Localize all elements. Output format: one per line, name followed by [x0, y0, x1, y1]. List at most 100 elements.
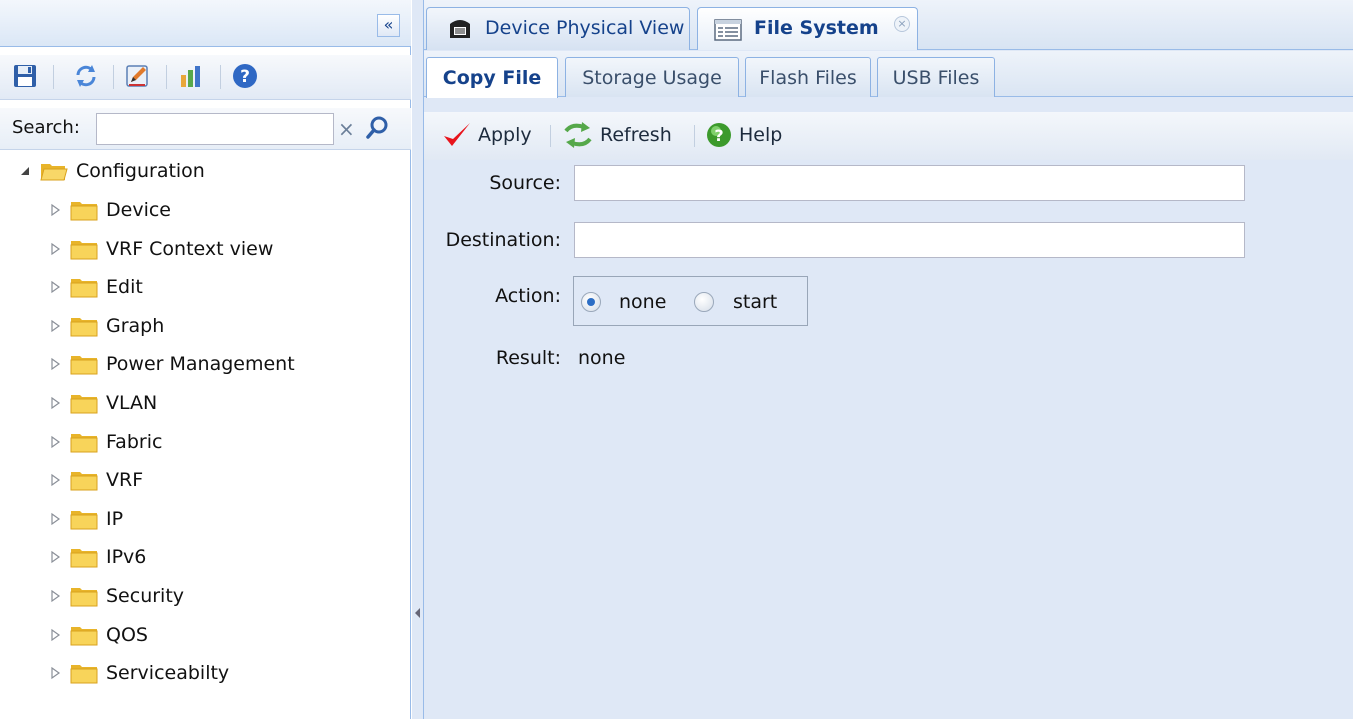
tree-node-label: Fabric: [106, 430, 163, 453]
clear-search-icon[interactable]: ×: [338, 117, 355, 141]
folder-icon: [70, 510, 98, 530]
folder-icon: [70, 433, 98, 453]
edit-icon[interactable]: [124, 63, 150, 89]
folder-icon: [70, 665, 98, 684]
collapsed-arrow-icon[interactable]: [48, 396, 62, 410]
refresh-button[interactable]: Refresh: [562, 121, 672, 149]
refresh-icon: [564, 122, 592, 148]
folder-icon: [70, 472, 98, 491]
collapsed-arrow-icon[interactable]: [48, 319, 62, 333]
collapsed-arrow-icon[interactable]: [48, 203, 62, 217]
chart-icon[interactable]: [178, 63, 204, 89]
collapsed-arrow-icon[interactable]: [48, 628, 62, 642]
tree-node-configuration[interactable]: Configuration: [18, 154, 205, 188]
tree-node-vlan[interactable]: VLAN: [48, 386, 157, 420]
tab-flash-files[interactable]: Flash Files: [745, 57, 871, 97]
collapsed-arrow-icon[interactable]: [48, 550, 62, 564]
check-icon: [444, 123, 470, 146]
folder-icon: [70, 202, 98, 221]
collapsed-arrow-icon[interactable]: [48, 473, 62, 487]
help-icon[interactable]: ?: [232, 63, 258, 89]
radio-start-label[interactable]: start: [733, 291, 777, 313]
tree-node-label: Edit: [106, 276, 143, 299]
panel-splitter[interactable]: [412, 0, 424, 719]
collapsed-arrow-icon[interactable]: [48, 666, 62, 680]
radio-start[interactable]: [694, 292, 714, 312]
tree-node-label: VRF: [106, 469, 144, 492]
save-icon[interactable]: [12, 63, 38, 89]
tree-node-label: VLAN: [106, 392, 158, 414]
tab-label: Device Physical View: [485, 17, 685, 39]
refresh-icon[interactable]: [73, 63, 99, 89]
svg-text:?: ?: [714, 126, 723, 145]
destination-input[interactable]: [574, 222, 1245, 258]
search-icon[interactable]: [364, 114, 392, 142]
collapsed-arrow-icon[interactable]: [48, 589, 62, 603]
tree-node-label: Device: [106, 199, 171, 221]
tree-node-label: QOS: [106, 623, 148, 646]
tree-node-label: IPv6: [106, 546, 147, 569]
tree-node-serviceabilty[interactable]: Serviceabilty: [48, 656, 229, 690]
folder-icon: [70, 240, 98, 260]
help-button[interactable]: ? Help: [705, 121, 782, 149]
tree-node-label: Graph: [106, 314, 165, 337]
tree-node-label: Security: [106, 585, 185, 607]
collapse-panel-button[interactable]: «: [377, 14, 400, 37]
search-bar: Search: ×: [0, 108, 411, 150]
apply-button[interactable]: Apply: [442, 121, 532, 149]
device-icon: [450, 20, 470, 38]
folder-icon: [70, 279, 98, 298]
folder-icon: [70, 317, 98, 337]
action-toolbar: Apply Refresh ? Help: [424, 112, 1353, 160]
collapsed-arrow-icon[interactable]: [48, 357, 62, 371]
tree-node-label: IP: [106, 507, 124, 530]
tree-node-edit[interactable]: Edit: [48, 270, 143, 304]
tab-file-system[interactable]: File System ×: [697, 7, 918, 50]
tree-node-label: Power Management: [106, 353, 295, 376]
navigation-panel: « ? Search: × Configuration Device VRF C…: [0, 0, 411, 719]
collapsed-arrow-icon[interactable]: [48, 435, 62, 449]
collapse-arrow-icon[interactable]: [415, 608, 420, 618]
tree-node-ipv6[interactable]: IPv6: [48, 540, 146, 574]
tree-node-label: VRF Context view: [106, 237, 274, 260]
tab-device-physical-view[interactable]: Device Physical View: [426, 7, 690, 50]
result-value: none: [578, 347, 626, 369]
help-icon: ?: [707, 123, 731, 147]
folder-icon: [70, 626, 98, 646]
refresh-label: Refresh: [600, 124, 672, 146]
folder-icon: [70, 356, 98, 375]
tree-node-vrf[interactable]: VRF: [48, 463, 143, 497]
folder-icon: [70, 549, 98, 568]
tree-node-power-management[interactable]: Power Management: [48, 347, 295, 381]
file-system-icon: [714, 19, 742, 41]
main-tab-bar: Device Physical View File System ×: [424, 0, 1353, 50]
file-system-sub-tabs: Copy File Storage Usage Flash Files USB …: [424, 51, 1353, 98]
tree-node-vrf-context-view[interactable]: VRF Context view: [48, 232, 273, 266]
search-input[interactable]: [96, 113, 334, 145]
action-label: Action:: [495, 285, 561, 307]
tree-node-device[interactable]: Device: [48, 193, 171, 227]
folder-icon: [70, 588, 98, 607]
expanded-arrow-icon[interactable]: [18, 164, 32, 178]
tree-node-fabric[interactable]: Fabric: [48, 425, 162, 459]
radio-none-label[interactable]: none: [619, 291, 666, 313]
tree-node-security[interactable]: Security: [48, 579, 184, 613]
help-label: Help: [739, 124, 783, 146]
source-input[interactable]: [574, 165, 1245, 201]
tab-storage-usage[interactable]: Storage Usage: [565, 57, 739, 97]
collapsed-arrow-icon[interactable]: [48, 512, 62, 526]
tree-node-graph[interactable]: Graph: [48, 309, 164, 343]
result-label: Result:: [495, 347, 561, 369]
tree-node-qos[interactable]: QOS: [48, 618, 148, 652]
navigation-panel-header: «: [0, 0, 411, 47]
tab-copy-file[interactable]: Copy File: [426, 57, 558, 98]
search-label: Search:: [12, 117, 80, 138]
collapsed-arrow-icon[interactable]: [48, 280, 62, 294]
close-tab-icon[interactable]: ×: [894, 16, 910, 32]
svg-text:?: ?: [240, 67, 250, 87]
main-content: Device Physical View File System × Copy …: [424, 0, 1353, 719]
radio-none[interactable]: [581, 292, 601, 312]
tab-usb-files[interactable]: USB Files: [877, 57, 995, 97]
tree-node-ip[interactable]: IP: [48, 502, 123, 536]
collapsed-arrow-icon[interactable]: [48, 242, 62, 256]
